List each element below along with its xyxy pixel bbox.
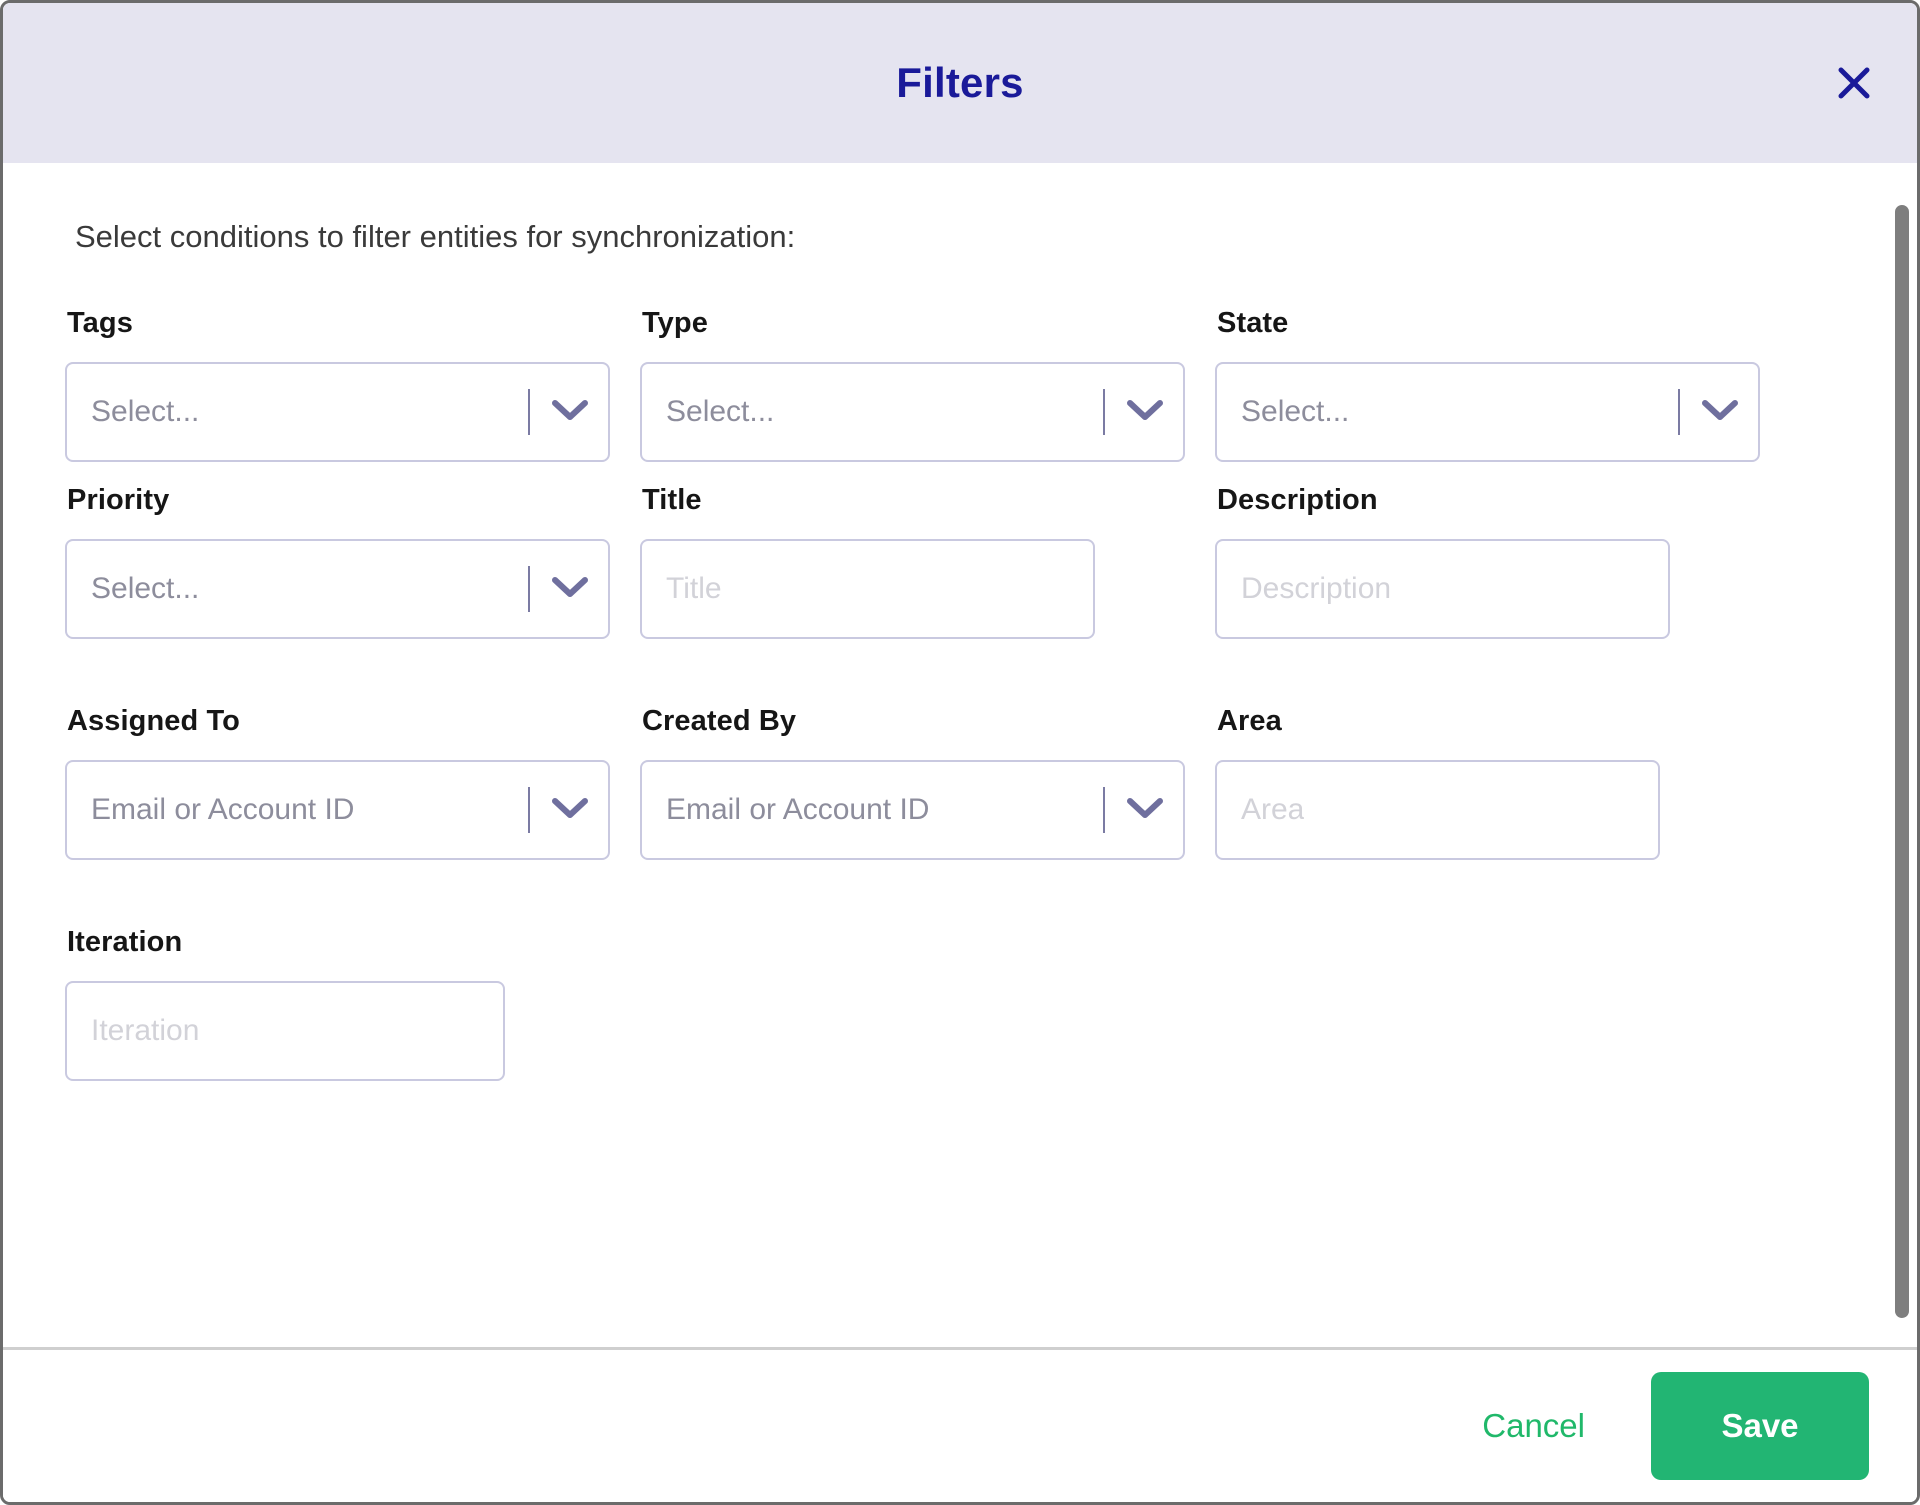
state-select[interactable]: Select... <box>1215 362 1760 462</box>
chevron-down-icon[interactable] <box>1125 397 1165 428</box>
field-label-type: Type <box>642 307 708 339</box>
area-input-placeholder: Area <box>1241 793 1305 826</box>
priority-select-value: Select... <box>91 572 200 605</box>
field-description: Description Description <box>1215 484 1790 639</box>
field-label-area: Area <box>1217 705 1282 737</box>
assigned-to-select-indicators <box>528 787 590 833</box>
field-created-by: Created By Email or Account ID <box>640 705 1215 860</box>
separator-icon <box>1103 389 1105 435</box>
description-input-placeholder: Description <box>1241 572 1392 605</box>
chevron-down-icon[interactable] <box>550 574 590 605</box>
state-select-value: Select... <box>1241 395 1350 428</box>
chevron-down-icon[interactable] <box>550 397 590 428</box>
field-type: Type Select... <box>640 307 1215 462</box>
field-tags: Tags Select... <box>65 307 640 462</box>
area-input[interactable]: Area <box>1215 760 1660 860</box>
field-label-state: State <box>1217 307 1289 339</box>
tags-select-value: Select... <box>91 395 200 428</box>
separator-icon <box>528 389 530 435</box>
instruction-text: Select conditions to filter entities for… <box>75 219 796 254</box>
dialog-body: Select conditions to filter entities for… <box>3 163 1917 1347</box>
field-title: Title Title <box>640 484 1215 639</box>
field-label-priority: Priority <box>67 484 170 516</box>
chevron-down-icon[interactable] <box>550 795 590 826</box>
filter-row-4: Iteration Iteration <box>65 926 1847 1081</box>
description-input[interactable]: Description <box>1215 539 1670 639</box>
created-by-select[interactable]: Email or Account ID <box>640 760 1185 860</box>
scrollbar-thumb[interactable] <box>1895 205 1909 1318</box>
page-title: Filters <box>896 59 1024 106</box>
iteration-input-placeholder: Iteration <box>91 1014 200 1047</box>
priority-select[interactable]: Select... <box>65 539 610 639</box>
field-label-title: Title <box>642 484 702 516</box>
filter-row-1: Tags Select... Type Select... State Sele… <box>65 307 1847 462</box>
title-input-placeholder: Title <box>666 572 722 605</box>
filters-dialog: Filters Select conditions to filter enti… <box>0 0 1920 1505</box>
cancel-button[interactable]: Cancel <box>1478 1397 1589 1455</box>
field-label-description: Description <box>1217 484 1378 516</box>
field-label-tags: Tags <box>67 307 133 339</box>
separator-icon <box>528 787 530 833</box>
chevron-down-icon[interactable] <box>1125 795 1165 826</box>
save-button[interactable]: Save <box>1651 1372 1869 1480</box>
field-label-created-by: Created By <box>642 705 797 737</box>
type-select[interactable]: Select... <box>640 362 1185 462</box>
assigned-to-select[interactable]: Email or Account ID <box>65 760 610 860</box>
dialog-header: Filters <box>3 3 1917 163</box>
body-scrollbar[interactable] <box>1891 163 1913 1347</box>
field-label-iteration: Iteration <box>67 926 183 958</box>
chevron-down-icon[interactable] <box>1700 397 1740 428</box>
field-label-assigned-to: Assigned To <box>67 705 240 737</box>
separator-icon <box>528 566 530 612</box>
close-button[interactable] <box>1827 56 1881 110</box>
filter-row-2: Priority Select... Title Title Descripti… <box>65 484 1847 639</box>
filter-row-3: Assigned To Email or Account ID Created … <box>65 705 1847 860</box>
field-state: State Select... <box>1215 307 1790 462</box>
field-assigned-to: Assigned To Email or Account ID <box>65 705 640 860</box>
priority-select-indicators <box>528 566 590 612</box>
separator-icon <box>1103 787 1105 833</box>
tags-select-indicators <box>528 389 590 435</box>
tags-select[interactable]: Select... <box>65 362 610 462</box>
iteration-input[interactable]: Iteration <box>65 981 505 1081</box>
dialog-footer: Cancel Save <box>3 1347 1917 1502</box>
separator-icon <box>1678 389 1680 435</box>
created-by-select-value: Email or Account ID <box>666 793 930 826</box>
field-iteration: Iteration Iteration <box>65 926 640 1081</box>
assigned-to-select-value: Email or Account ID <box>91 793 355 826</box>
type-select-indicators <box>1103 389 1165 435</box>
field-area: Area Area <box>1215 705 1790 860</box>
title-input[interactable]: Title <box>640 539 1095 639</box>
field-priority: Priority Select... <box>65 484 640 639</box>
created-by-select-indicators <box>1103 787 1165 833</box>
close-icon <box>1837 66 1871 100</box>
type-select-value: Select... <box>666 395 775 428</box>
state-select-indicators <box>1678 389 1740 435</box>
